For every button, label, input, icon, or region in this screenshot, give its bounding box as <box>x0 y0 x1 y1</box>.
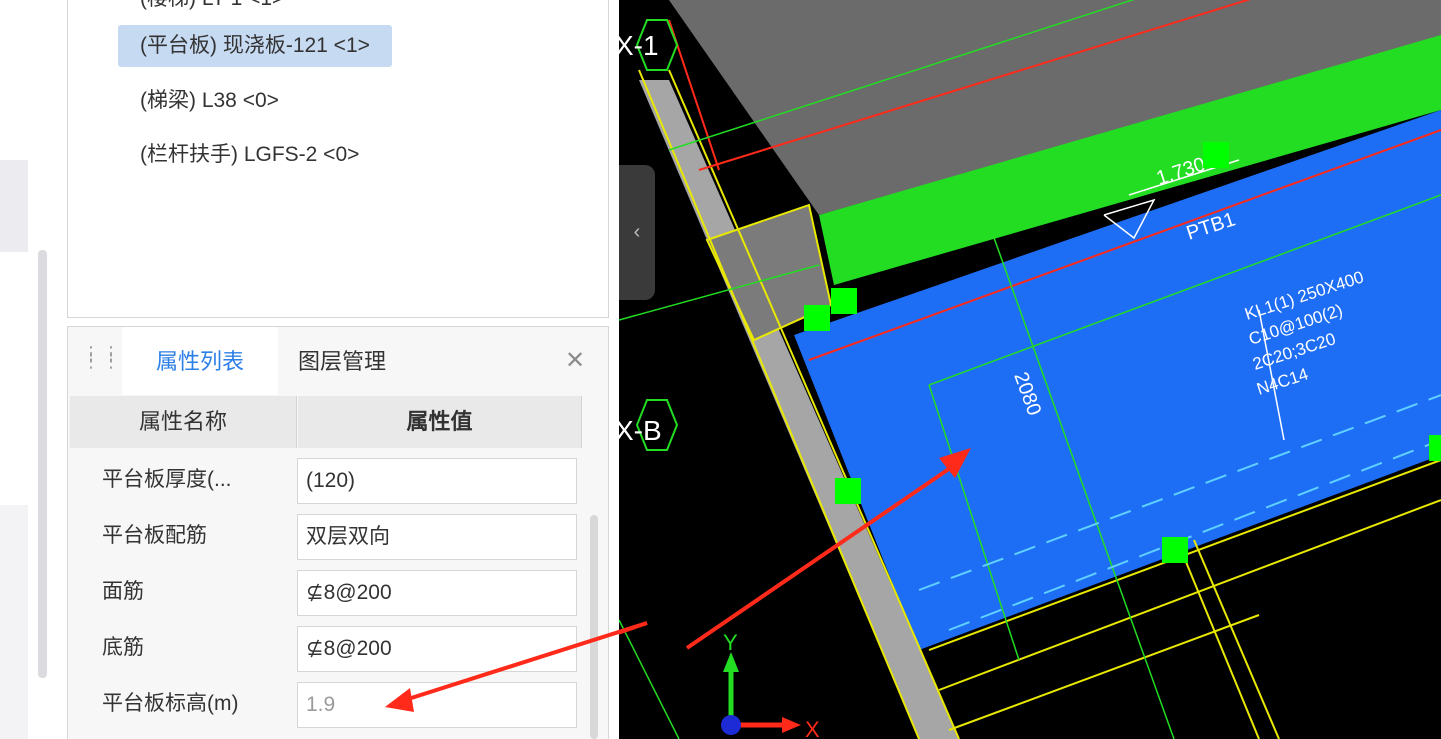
grip-point <box>1203 142 1229 168</box>
ucs-x-label: X <box>805 717 820 739</box>
property-value-field[interactable]: (120) <box>297 458 577 504</box>
tree-item-railing[interactable]: (栏杆扶手) LGFS-2 <0> <box>118 134 381 176</box>
cad-drawing-canvas[interactable]: 1.730 PTB1 2080 KL1(1) 250X400 C10@100(2… <box>619 0 1441 739</box>
drag-grip-icon[interactable]: ⋮⋮ ⋮⋮ <box>82 344 120 375</box>
table-row: 底筋 ⊈8@200 <box>70 620 582 676</box>
panel-tab-bar: ⋮⋮ ⋮⋮ 属性列表 图层管理 ✕ <box>68 327 608 395</box>
column-header-value: 属性值 <box>298 396 582 448</box>
left-scrollbar[interactable] <box>38 250 47 678</box>
property-name: 平台板配筋 <box>102 524 207 547</box>
property-panel: ⋮⋮ ⋮⋮ 属性列表 图层管理 ✕ 属性名称 属性值 平台板厚度(... (120… <box>67 326 609 739</box>
tree-item-stair-beam[interactable]: (梯梁) L38 <0> <box>118 80 301 122</box>
property-panel-scrollbar[interactable] <box>590 515 598 739</box>
grip-point <box>1162 537 1188 563</box>
table-row: 平台板标高(m) 1.9 <box>70 676 582 732</box>
axis-label-xb: X-B <box>619 415 662 446</box>
green-grid-line <box>619 619 680 739</box>
collapse-panel-button[interactable]: ‹ <box>619 165 655 300</box>
stair-line <box>1193 539 1280 739</box>
column-header-name: 属性名称 <box>70 396 297 448</box>
property-value-field[interactable]: 1.9 <box>297 682 577 728</box>
ucs-x-arrowhead <box>782 717 801 733</box>
axis-label-x1: X-1 <box>619 30 659 61</box>
left-strip-segment <box>0 160 28 252</box>
property-name: 平台板厚度(... <box>102 468 232 491</box>
component-tree-panel: (楼梯) LT-1 <1> (平台板) 现浇板-121 <1> (梯梁) L38… <box>67 0 609 318</box>
stair-line <box>948 614 1260 731</box>
property-name: 面筋 <box>102 580 144 603</box>
left-strip-segment <box>0 505 28 739</box>
property-value-field[interactable]: ⊈8@200 <box>297 626 577 672</box>
property-name: 平台板标高(m) <box>102 692 239 715</box>
ucs-y-arrowhead <box>723 652 739 672</box>
cad-drawing: 1.730 PTB1 2080 KL1(1) 250X400 C10@100(2… <box>619 0 1441 739</box>
tab-layer-management[interactable]: 图层管理 <box>298 327 386 395</box>
table-row: 平台板厚度(... (120) <box>70 452 582 508</box>
red-arrow-shaft <box>619 621 648 635</box>
grip-point <box>1429 435 1441 461</box>
tab-property-list[interactable]: 属性列表 <box>122 327 278 395</box>
tree-item-stair[interactable]: (楼梯) LT-1 <1> <box>118 0 306 20</box>
table-row: 面筋 ⊈8@200 <box>70 564 582 620</box>
ucs-origin-icon <box>721 715 741 735</box>
grip-point <box>835 478 861 504</box>
close-icon[interactable]: ✕ <box>561 347 589 375</box>
grip-point <box>831 288 857 314</box>
left-toolbar-strip <box>0 0 55 739</box>
ucs-y-label: Y <box>723 630 738 655</box>
tree-item-platform-slab[interactable]: (平台板) 现浇板-121 <1> <box>118 25 392 67</box>
table-row: 平台板配筋 双层双向 <box>70 508 582 564</box>
property-value-field[interactable]: ⊈8@200 <box>297 570 577 616</box>
grip-point <box>804 305 830 331</box>
property-value-field[interactable]: 双层双向 <box>297 514 577 560</box>
property-name: 底筋 <box>102 636 144 659</box>
